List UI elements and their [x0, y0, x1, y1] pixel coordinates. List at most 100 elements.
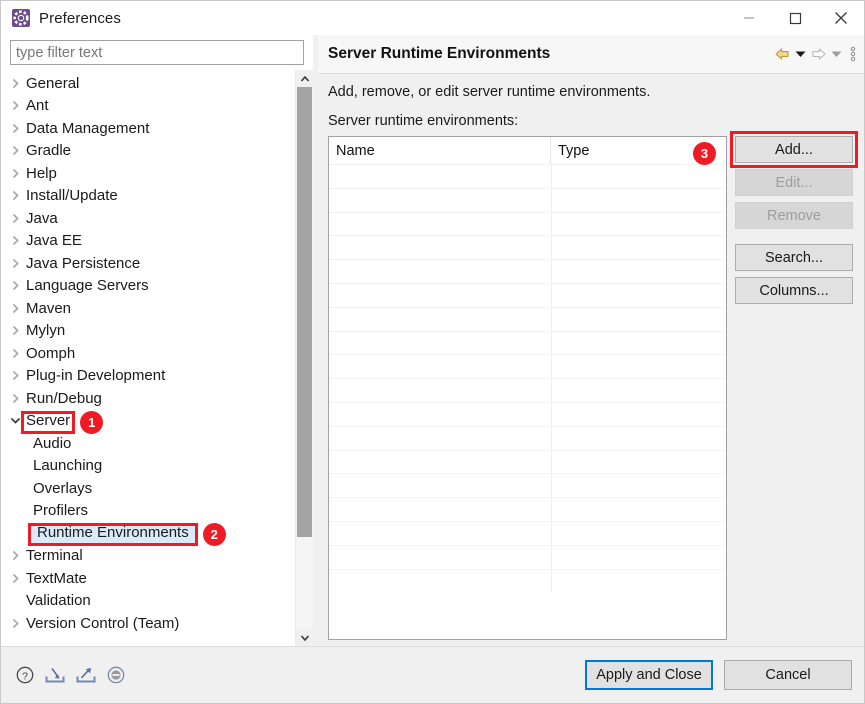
table-cell-name [329, 307, 552, 331]
sidebar-item-version-control-team[interactable]: Version Control (Team) [1, 612, 295, 635]
chevron-right-icon[interactable] [7, 100, 24, 111]
search-input[interactable] [10, 40, 304, 65]
table-body[interactable] [329, 164, 726, 639]
sidebar-item-label: Oomph [26, 344, 76, 362]
chevron-right-icon[interactable] [7, 618, 24, 629]
sidebar-item-textmate[interactable]: TextMate [1, 567, 295, 590]
table-row[interactable] [329, 401, 726, 426]
chevron-right-icon[interactable] [7, 550, 24, 561]
table-row[interactable] [329, 520, 726, 545]
table-row[interactable] [329, 235, 726, 260]
add-button[interactable]: Add... [735, 136, 853, 163]
forward-history-chevron-down-icon [831, 50, 842, 58]
table-row[interactable] [329, 544, 726, 569]
column-header-name[interactable]: Name [329, 137, 551, 164]
sidebar-item-runtime-environments[interactable]: Runtime Environments [1, 522, 295, 545]
chevron-down-icon[interactable] [7, 416, 24, 425]
sidebar-item-server[interactable]: Server [1, 410, 295, 433]
sidebar-item-label: Language Servers [26, 277, 149, 295]
table-row[interactable] [329, 473, 726, 498]
table-row[interactable] [329, 568, 726, 593]
sidebar-item-gradle[interactable]: Gradle [1, 140, 295, 163]
sidebar-item-validation[interactable]: Validation [1, 590, 295, 613]
table-row[interactable] [329, 497, 726, 521]
table-row[interactable] [329, 259, 726, 283]
sidebar-item-java-persistence[interactable]: Java Persistence [1, 252, 295, 275]
table-row[interactable] [329, 425, 726, 450]
chevron-right-icon[interactable] [7, 325, 24, 336]
preference-page-pane: Server Runtime Environments Add, remove,… [318, 35, 864, 646]
table-row[interactable] [329, 306, 726, 331]
page-header: Server Runtime Environments [318, 35, 864, 74]
close-button[interactable] [818, 1, 864, 35]
scrollbar-track[interactable] [296, 87, 313, 629]
minimize-button[interactable] [726, 1, 772, 35]
table-row[interactable] [329, 211, 726, 236]
back-arrow-icon[interactable] [775, 47, 790, 61]
tree-scrollbar[interactable] [295, 70, 313, 646]
table-row[interactable] [329, 354, 726, 379]
chevron-right-icon[interactable] [7, 303, 24, 314]
table-cell-name [329, 355, 552, 379]
chevron-right-icon[interactable] [7, 78, 24, 89]
chevron-right-icon[interactable] [7, 370, 24, 381]
table-row[interactable] [329, 282, 726, 307]
preference-tree[interactable]: General Ant Data Management Gradle Help Insta… [1, 70, 295, 646]
chevron-right-icon[interactable] [7, 573, 24, 584]
table-cell-type [552, 522, 726, 545]
chevron-right-icon[interactable] [7, 393, 24, 404]
sidebar-item-data-management[interactable]: Data Management [1, 117, 295, 140]
import-icon[interactable] [44, 665, 66, 685]
runtime-environments-table[interactable]: Name Type 3 [328, 136, 727, 640]
chevron-right-icon[interactable] [7, 348, 24, 359]
chevron-right-icon[interactable] [7, 168, 24, 179]
apply-and-close-button[interactable]: Apply and Close [585, 660, 713, 690]
table-row[interactable] [329, 164, 726, 188]
sidebar-item-plug-in-development[interactable]: Plug-in Development [1, 365, 295, 388]
sidebar-item-general[interactable]: General [1, 72, 295, 95]
chevron-right-icon[interactable] [7, 145, 24, 156]
chevron-right-icon[interactable] [7, 213, 24, 224]
sidebar-item-java[interactable]: Java [1, 207, 295, 230]
chevron-right-icon[interactable] [7, 280, 24, 291]
help-icon[interactable]: ? [15, 665, 35, 685]
table-cell-name [329, 521, 552, 545]
sidebar-item-label: Java Persistence [26, 254, 141, 272]
sidebar-item-launching[interactable]: Launching [1, 455, 295, 478]
sidebar-item-java-ee[interactable]: Java EE [1, 230, 295, 253]
chevron-right-icon[interactable] [7, 258, 24, 269]
columns-button[interactable]: Columns... [735, 277, 853, 304]
table-cell-name [329, 188, 552, 212]
sidebar-item-mylyn[interactable]: Mylyn [1, 320, 295, 343]
cancel-button[interactable]: Cancel [724, 660, 852, 690]
chevron-right-icon[interactable] [7, 235, 24, 246]
sidebar-item-run-debug[interactable]: Run/Debug [1, 387, 295, 410]
sidebar-item-language-servers[interactable]: Language Servers [1, 275, 295, 298]
sidebar-item-maven[interactable]: Maven [1, 297, 295, 320]
sidebar-item-oomph[interactable]: Oomph [1, 342, 295, 365]
sidebar-item-label: Runtime Environments [31, 523, 195, 544]
table-row[interactable] [329, 449, 726, 474]
sidebar-item-ant[interactable]: Ant [1, 95, 295, 118]
sidebar-item-help[interactable]: Help [1, 162, 295, 185]
table-row[interactable] [329, 330, 726, 355]
scroll-down-arrow-icon[interactable] [296, 629, 313, 646]
back-history-chevron-down-icon[interactable] [795, 50, 806, 58]
sidebar-item-audio[interactable]: Audio [1, 432, 295, 455]
table-row[interactable] [329, 378, 726, 402]
sidebar-item-install-update[interactable]: Install/Update [1, 185, 295, 208]
sidebar-item-terminal[interactable]: Terminal [1, 545, 295, 568]
table-row[interactable] [329, 187, 726, 212]
scroll-up-arrow-icon[interactable] [296, 70, 313, 87]
restore-defaults-icon[interactable] [106, 665, 126, 685]
view-menu-icon[interactable] [850, 46, 856, 62]
chevron-right-icon[interactable] [7, 123, 24, 134]
tree-area: General Ant Data Management Gradle Help Insta… [1, 70, 313, 646]
maximize-button[interactable] [772, 1, 818, 35]
export-icon[interactable] [75, 665, 97, 685]
sidebar-item-profilers[interactable]: Profilers [1, 500, 295, 523]
search-button[interactable]: Search... [735, 244, 853, 271]
scrollbar-thumb[interactable] [297, 87, 312, 537]
sidebar-item-overlays[interactable]: Overlays [1, 477, 295, 500]
chevron-right-icon[interactable] [7, 190, 24, 201]
